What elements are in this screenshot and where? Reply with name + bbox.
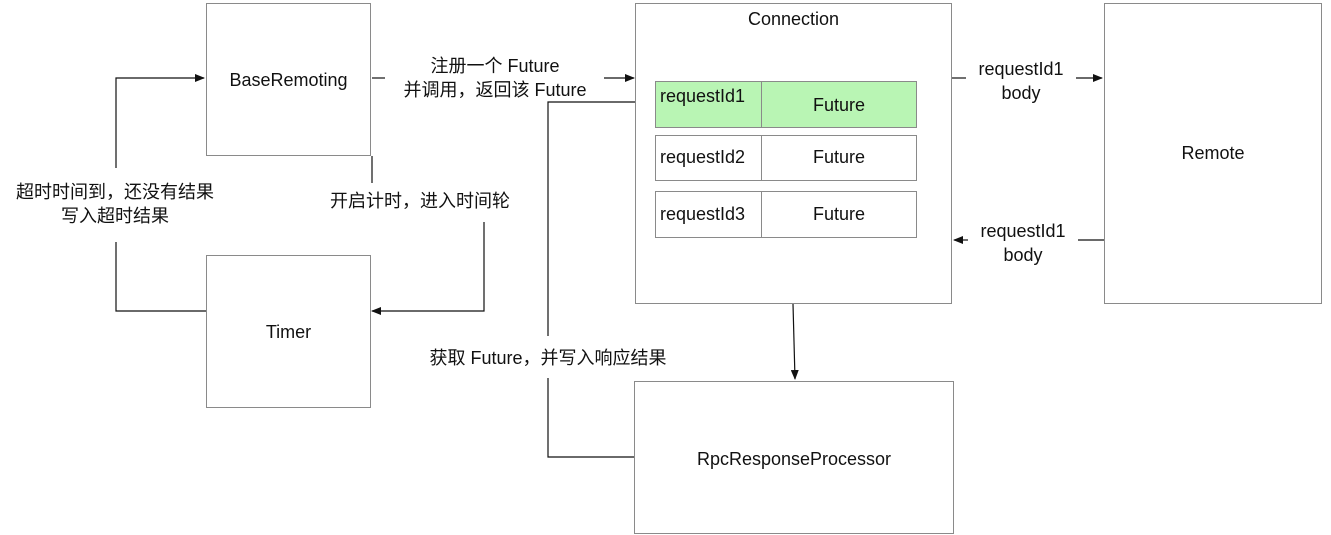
rpc-response-processor-box[interactable]: RpcResponseProcessor [634, 381, 954, 534]
arrow-fetch-future [547, 378, 634, 458]
base-remoting-label: BaseRemoting [229, 70, 348, 90]
response-in-label: requestId1 body [968, 219, 1078, 267]
fetch-future-label: 获取 Future，并写入响应结果 [410, 346, 686, 370]
timeout-label: 超时时间到，还没有结果 写入超时结果 [0, 180, 230, 228]
timer-box[interactable]: Timer [206, 255, 371, 408]
timeout-line1: 超时时间到，还没有结果 [16, 182, 214, 202]
request-out-line1: requestId1 [978, 59, 1064, 79]
base-remoting-box[interactable]: BaseRemoting [206, 3, 371, 156]
connection-label: Connection [747, 9, 840, 29]
table-row-2-value-text: Future [812, 147, 866, 167]
rpc-response-processor-label: RpcResponseProcessor [696, 449, 892, 469]
table-row-3-key: requestId3 [655, 191, 762, 238]
table-row-2-key-text: requestId2 [660, 147, 746, 167]
arrow-start-timer-head [371, 222, 485, 315]
fetch-future-line1: 获取 Future，并写入响应结果 [429, 348, 667, 368]
timer-label: Timer [265, 322, 312, 342]
table-row-1-key: requestId1 [655, 81, 762, 128]
table-row-3-value-text: Future [812, 204, 866, 224]
table-row-3-value: Future [761, 191, 917, 238]
response-in-line1: requestId1 [980, 221, 1066, 241]
table-row-2-value: Future [761, 135, 917, 181]
register-future-line2: 并调用，返回该 Future [403, 80, 587, 100]
start-timer-line1: 开启计时，进入时间轮 [330, 191, 510, 211]
timeout-line2: 写入超时结果 [61, 206, 169, 226]
response-in-line2: body [1003, 245, 1043, 265]
request-out-label: requestId1 body [966, 57, 1076, 105]
register-future-line1: 注册一个 Future [430, 56, 560, 76]
arrow-timeout-head [115, 74, 205, 168]
table-row-2-key: requestId2 [655, 135, 762, 181]
arrow-connection-to-processor [790, 303, 799, 380]
table-row-1-value-text: Future [812, 95, 866, 115]
register-future-label: 注册一个 Future 并调用，返回该 Future [386, 54, 604, 102]
remote-label: Remote [1181, 143, 1245, 163]
table-row-1-key-text: requestId1 [660, 86, 746, 106]
table-row-1-value: Future [761, 81, 917, 128]
arrow-timeout [115, 242, 206, 312]
table-row-3-key-text: requestId3 [660, 204, 746, 224]
request-out-line2: body [1001, 83, 1041, 103]
remote-box[interactable]: Remote [1104, 3, 1322, 304]
start-timer-label: 开启计时，进入时间轮 [312, 189, 528, 213]
